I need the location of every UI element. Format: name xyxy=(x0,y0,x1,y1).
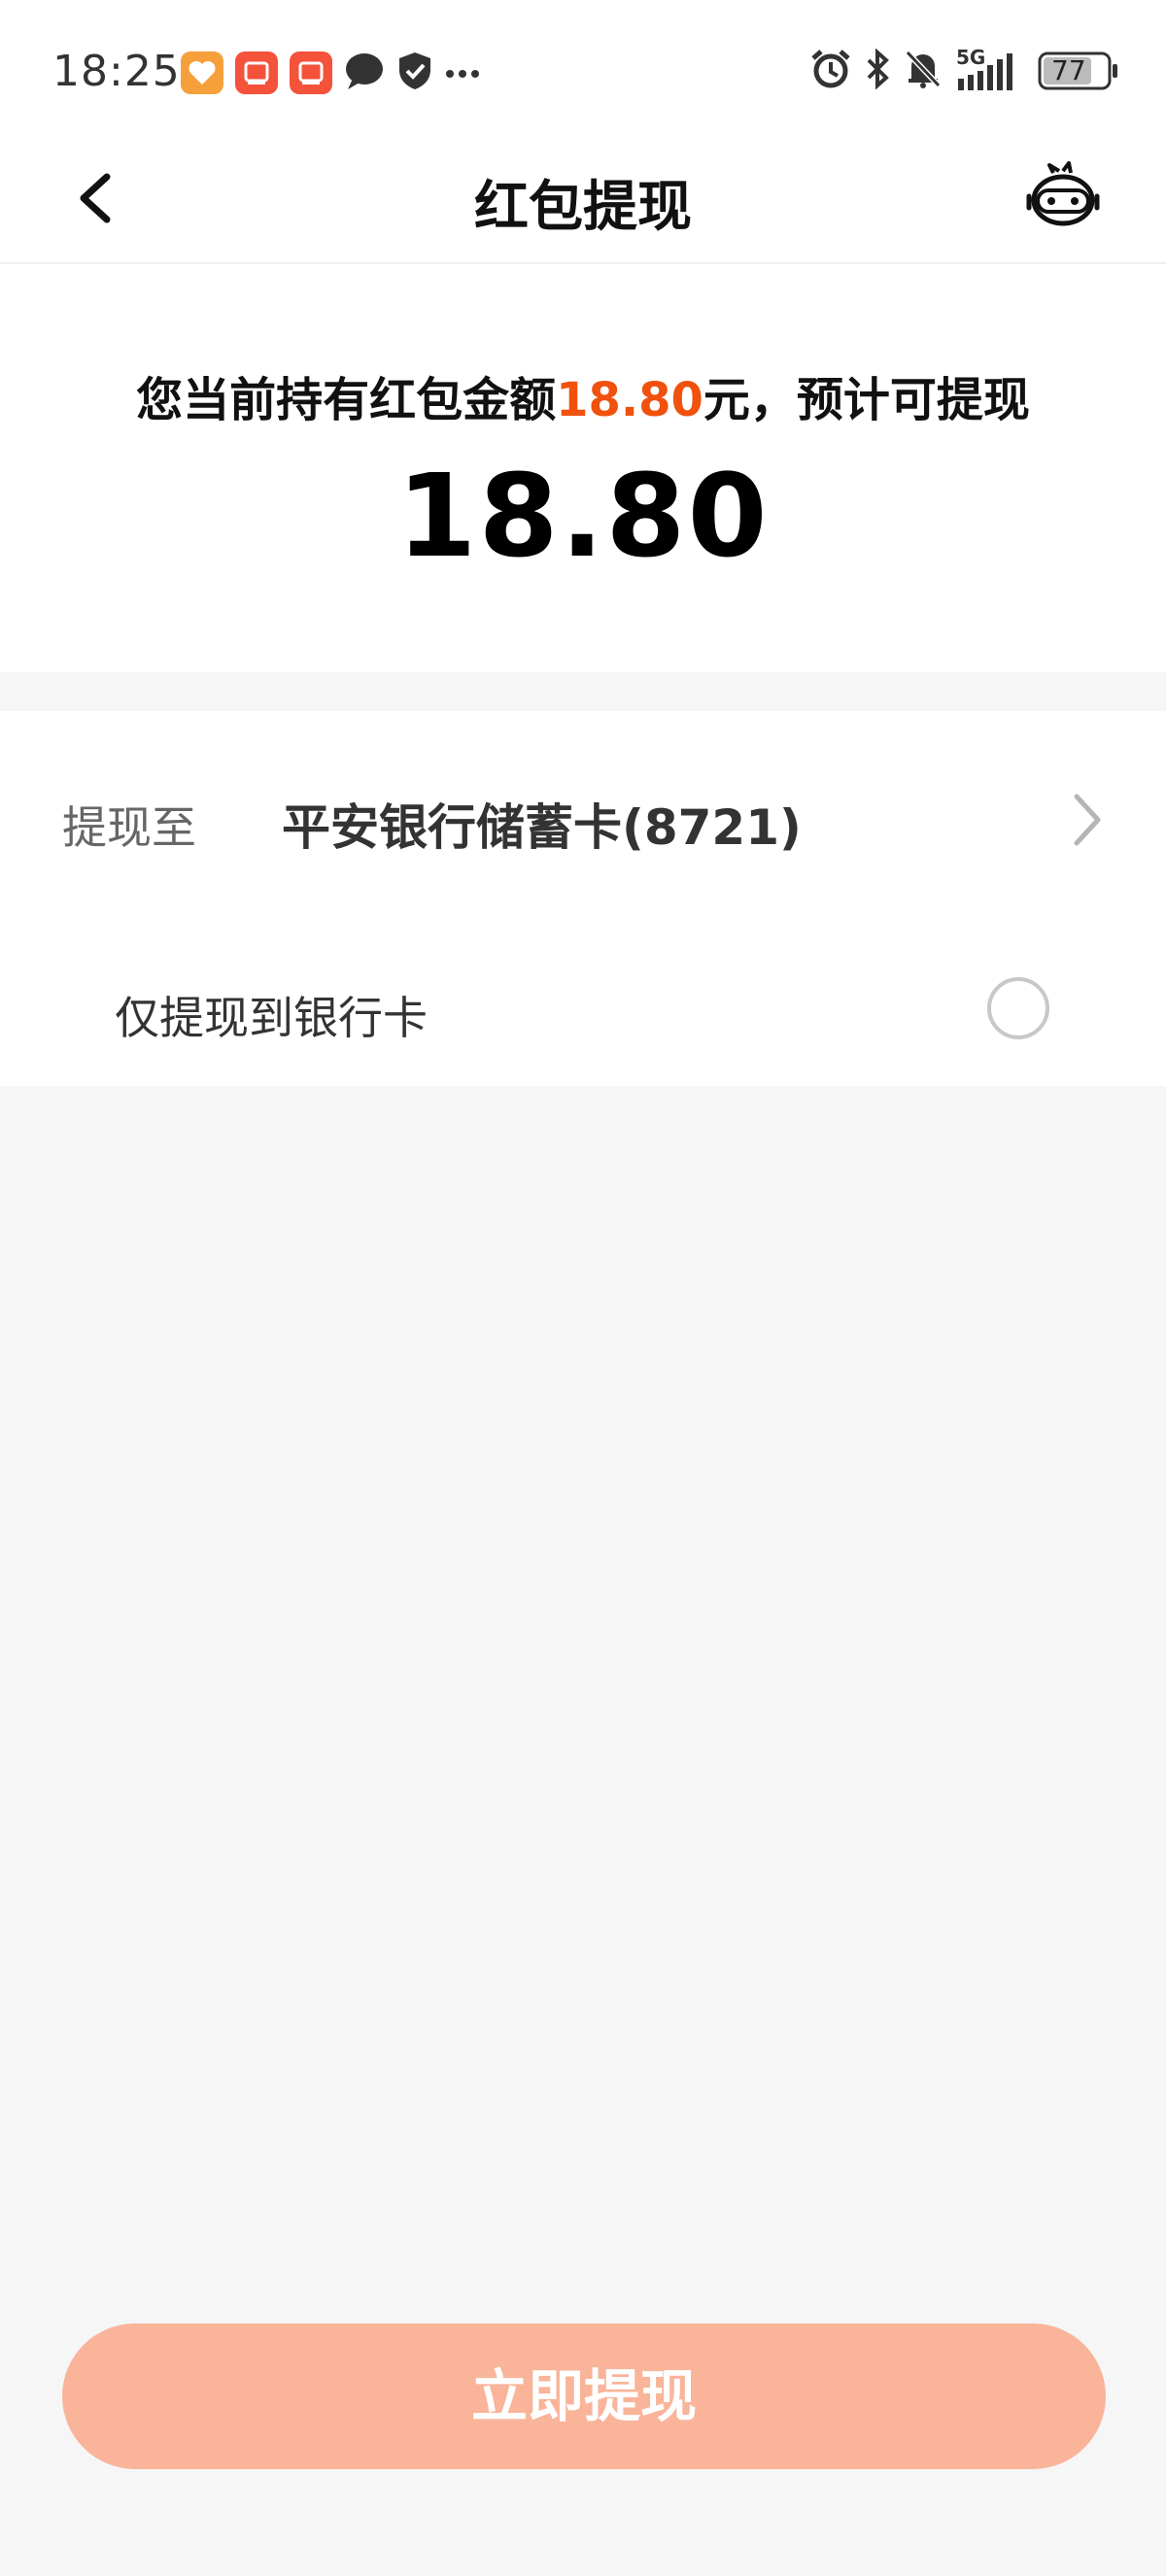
shield-check-icon xyxy=(396,51,433,95)
withdraw-card: 提现至 平安银行储蓄卡(8721) 仅提现到银行卡 xyxy=(0,711,1166,1086)
battery-level: 77 xyxy=(1051,54,1086,86)
chat-bubble-icon xyxy=(344,51,385,94)
chevron-right-icon xyxy=(1074,794,1101,846)
withdraw-page: 18:25 5G 77 红包提现 您当前持有红包金额18.80元，预计可提现 1… xyxy=(0,0,1166,2576)
battery-icon: 77 xyxy=(1038,51,1119,91)
amount-desc-suffix: 元，预计可提现 xyxy=(703,373,1030,427)
heart-app-icon xyxy=(181,51,223,94)
amount-desc-value: 18.80 xyxy=(556,373,703,427)
bank-only-option-label: 仅提现到银行卡 xyxy=(115,992,428,1044)
bank-card-name: 平安银行储蓄卡(8721) xyxy=(282,799,802,856)
signal-icon: 5G xyxy=(956,46,1024,92)
bluetooth-icon xyxy=(865,48,890,93)
customer-service-icon xyxy=(1026,161,1100,226)
nav-bar: 红包提现 xyxy=(0,146,1166,264)
amount-description: 您当前持有红包金额18.80元，预计可提现 xyxy=(0,361,1166,429)
withdraw-target-row[interactable]: 提现至 平安银行储蓄卡(8721) xyxy=(0,711,1166,934)
withdraw-now-button[interactable]: 立即提现 xyxy=(62,2323,1106,2469)
shop-app-icon-2 xyxy=(290,51,332,94)
notification-icons xyxy=(181,51,480,95)
shop-app-icon xyxy=(235,51,278,94)
bank-only-radio[interactable] xyxy=(987,977,1049,1039)
status-bar: 18:25 5G 77 xyxy=(0,0,1166,146)
system-icons: 5G 77 xyxy=(810,46,1119,93)
status-time: 18:25 xyxy=(52,47,181,96)
amount-desc-prefix: 您当前持有红包金额 xyxy=(136,373,557,427)
alarm-icon xyxy=(810,49,851,93)
amount-card: 您当前持有红包金额18.80元，预计可提现 18.80 xyxy=(0,264,1166,672)
customer-service-button[interactable] xyxy=(1024,159,1102,237)
more-dots-icon xyxy=(445,64,480,83)
bank-only-option-row[interactable]: 仅提现到银行卡 xyxy=(0,934,1166,1086)
withdraw-to-label: 提现至 xyxy=(62,801,196,854)
mute-bell-icon xyxy=(904,49,943,93)
withdrawable-amount: 18.80 xyxy=(396,449,770,583)
page-title: 红包提现 xyxy=(474,176,692,239)
